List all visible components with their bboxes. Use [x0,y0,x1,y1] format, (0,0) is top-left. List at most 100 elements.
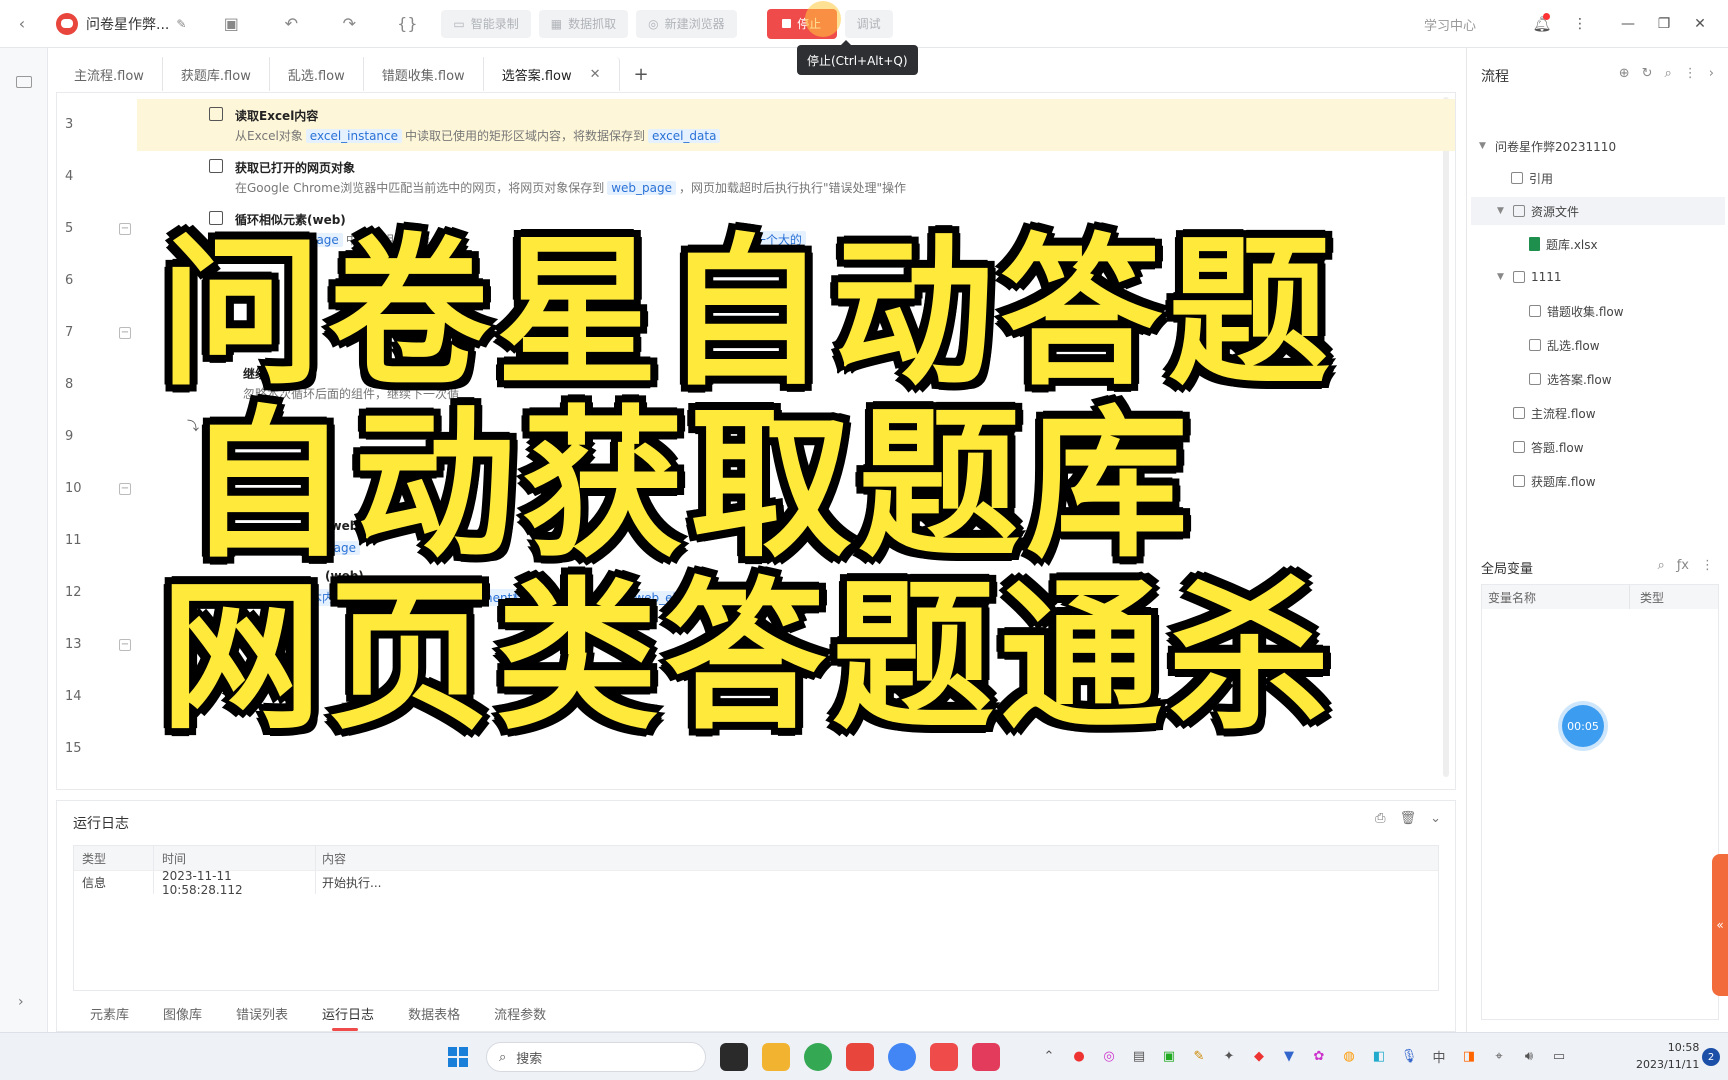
table-row[interactable]: 信息 2023-11-11 10:58:28.112 开始执行... [74,869,1438,897]
fold-toggle[interactable]: − [119,639,131,651]
tab-select-answer-flow[interactable]: 选答案.flow ✕ [483,57,620,91]
more-icon[interactable]: ⋮ [1684,66,1697,81]
new-browser-button[interactable]: ◎ 新建浏览器 [636,9,737,38]
chrome-icon[interactable] [888,1043,916,1071]
collapse-panel-icon[interactable]: › [1709,66,1714,81]
tray-app-icon[interactable]: ▤ [1130,1047,1148,1065]
tray-app-icon[interactable]: ▣ [1160,1047,1178,1065]
tree-item-answer-main[interactable]: 答题.flow [1513,433,1584,461]
network-icon[interactable]: ⌖ [1490,1047,1508,1065]
collapse-icon[interactable]: ⌄ [1430,811,1441,826]
maximize-icon[interactable]: ❐ [1646,16,1682,32]
expand-icon[interactable]: › [18,994,24,1010]
wps-icon[interactable] [846,1043,874,1071]
tray-app-icon[interactable]: ▼ [1280,1047,1298,1065]
trash-icon[interactable]: 🗑︎ [1400,811,1417,826]
tab-error-collect-flow[interactable]: 错题收集.flow [364,57,484,91]
tree-item-xlsx[interactable]: 题库.xlsx [1529,230,1598,258]
redo-icon[interactable]: ↷ [329,14,369,33]
tray-app-icon[interactable]: ◍ [1340,1047,1358,1065]
tree-root[interactable]: ▼ 问卷星作弊20231110 [1479,132,1616,160]
stop-button[interactable]: 停止 [766,0,841,39]
run-log-panel: 运行日志 ⎙ 🗑︎ ⌄ 类型 时间 内容 信息 2023-11-11 10:58… [56,800,1456,1032]
back-icon[interactable]: ‹ [0,14,44,33]
recording-timer[interactable]: 00:05 [1562,705,1604,747]
close-tab-icon[interactable]: ✕ [590,67,601,82]
project-name[interactable]: 问卷星作弊... [86,14,169,34]
flow-icon [1513,407,1525,419]
tab-question-bank-flow[interactable]: 获题库.flow [163,57,270,91]
undo-icon[interactable]: ↶ [271,14,311,33]
var-chip[interactable]: excel_data [648,129,721,143]
tray-app-icon[interactable]: ◆ [1250,1047,1268,1065]
side-drawer-handle[interactable]: « [1712,854,1728,996]
code-icon[interactable]: {} [387,14,427,33]
add-flow-icon[interactable]: ⊕ [1619,66,1630,81]
mic-icon[interactable]: 🎙︎ [1400,1047,1418,1065]
flow-row-4[interactable]: 获取已打开的网页对象 在Google Chrome浏览器中匹配当前选中的网页，将… [57,151,1455,203]
data-capture-button[interactable]: ▦ 数据抓取 [538,9,629,38]
taskbar-clock[interactable]: 10:58 2023/11/11 [1636,1039,1699,1073]
function-icon[interactable]: ƒx [1677,558,1689,573]
tray-app-icon[interactable]: ✎ [1190,1047,1208,1065]
volume-icon[interactable]: 🔊︎ [1520,1047,1538,1065]
fold-toggle[interactable]: − [119,483,131,495]
refresh-icon[interactable]: ↻ [1642,66,1653,81]
tray-app-icon[interactable]: ● [1070,1047,1088,1065]
notification-badge[interactable]: 2 [1702,1048,1720,1066]
fold-toggle[interactable]: − [119,327,131,339]
tab-data-table[interactable]: 数据表格 [408,1004,460,1023]
search-icon[interactable]: ⌕ [1665,66,1672,81]
search-icon[interactable]: ⌕ [1657,558,1664,573]
var-chip[interactable]: excel_instance [305,129,403,143]
more-icon[interactable]: ⋮ [1701,558,1714,573]
tray-app-icon[interactable]: ✿ [1310,1047,1328,1065]
tree-item-bank-flow[interactable]: 获题库.flow [1513,467,1596,495]
battery-icon[interactable]: ▭ [1550,1047,1568,1065]
debug-button[interactable]: 调试 [844,9,893,38]
tab-random-flow[interactable]: 乱选.flow [270,57,364,91]
media-app-icon[interactable] [972,1043,1000,1071]
var-chip[interactable]: web_page [607,181,676,195]
tree-item-resources[interactable]: ▼ 资源文件 [1471,197,1725,225]
learning-center-link[interactable]: 学习中心 [1424,15,1476,34]
ime-icon[interactable]: 中 [1430,1047,1448,1066]
export-icon[interactable]: ⎙ [1375,811,1385,826]
rpa-app-icon[interactable] [930,1043,958,1071]
tab-run-log[interactable]: 运行日志 [322,1004,374,1031]
fold-toggle[interactable]: − [119,223,131,235]
tree-item-folder[interactable]: ▼ 1111 [1497,263,1562,291]
edit-icon[interactable]: ✎ [169,17,193,31]
flow-row-3[interactable]: 读取Excel内容 从Excel对象 excel_instance 中读取已使用的矩… [137,99,1455,151]
task-view-icon[interactable] [720,1043,748,1071]
tab-main-flow[interactable]: 主流程.flow [56,57,163,91]
smart-record-button[interactable]: ▭ 智能录制 [441,9,531,38]
tab-flow-params[interactable]: 流程参数 [494,1004,546,1023]
photos-icon[interactable] [804,1043,832,1071]
line-number: 14 [65,689,82,704]
tray-app-icon[interactable]: ◧ [1370,1047,1388,1065]
line-number: 13 [65,637,82,652]
tray-app-icon[interactable]: ◨ [1460,1047,1478,1065]
more-icon[interactable]: ⋮ [1562,16,1598,32]
tray-app-icon[interactable]: ◎ [1100,1047,1118,1065]
tree-item-random-flow[interactable]: 乱选.flow [1529,331,1600,359]
minimize-icon[interactable]: — [1610,16,1646,32]
tree-item-main-flow[interactable]: 主流程.flow [1513,399,1596,427]
file-explorer-icon[interactable] [762,1043,790,1071]
close-icon[interactable]: ✕ [1682,16,1718,32]
taskbar-search[interactable]: ⌕ 搜索 [486,1042,706,1072]
add-tab-icon[interactable]: + [634,64,649,85]
tree-item-error-flow[interactable]: 错题收集.flow [1529,297,1624,325]
tree-item-ref[interactable]: 引用 [1511,164,1553,192]
panel-icon[interactable] [16,76,32,88]
bell-icon[interactable]: 🔔︎ [1522,13,1562,33]
chevron-up-icon[interactable]: ⌃ [1040,1047,1058,1065]
tree-item-answer-flow[interactable]: 选答案.flow [1529,365,1612,393]
tab-image-library[interactable]: 图像库 [163,1004,202,1023]
save-icon[interactable]: ▣ [211,14,251,33]
tray-app-icon[interactable]: ✦ [1220,1047,1238,1065]
tab-element-library[interactable]: 元素库 [90,1004,129,1023]
tab-error-list[interactable]: 错误列表 [236,1004,288,1023]
windows-start-icon[interactable] [448,1047,468,1067]
